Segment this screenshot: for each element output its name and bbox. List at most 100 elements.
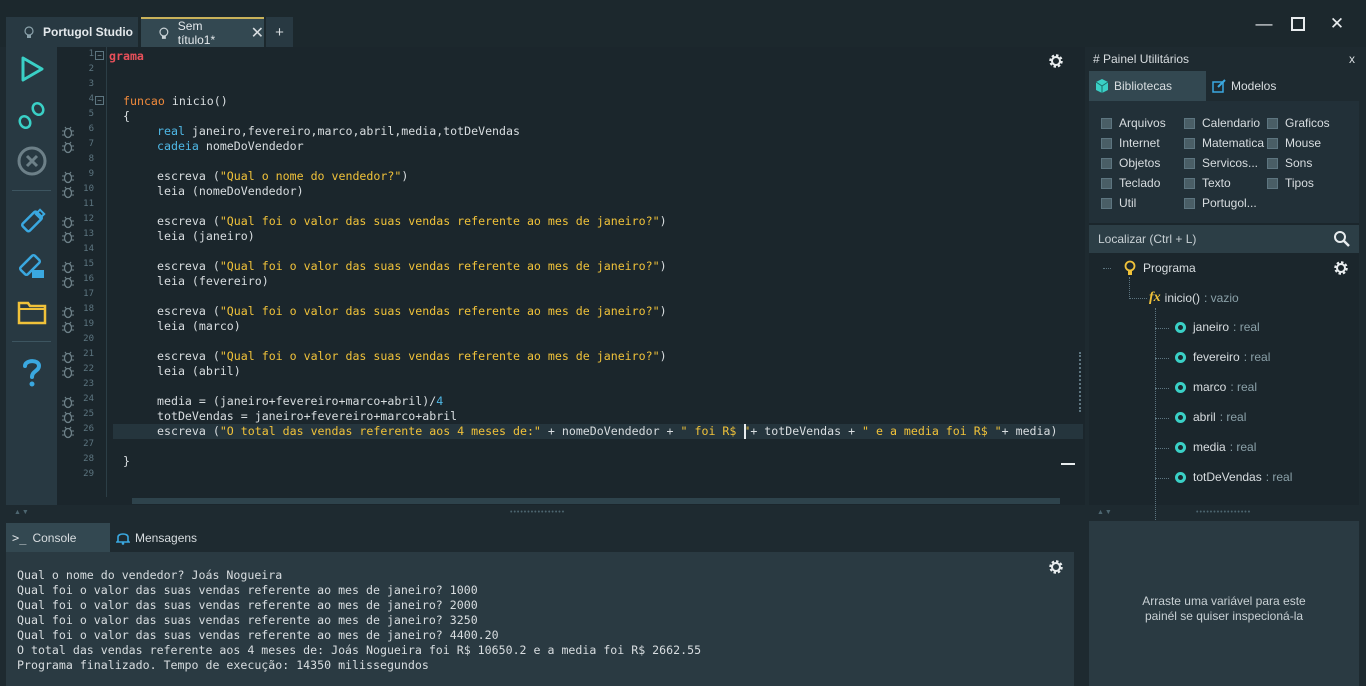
string-literal: "Qual foi o valor das suas vendas refere… — [219, 304, 660, 318]
splitter-arrows-icon[interactable]: ▲▼ — [14, 509, 30, 516]
save-as-button[interactable] — [15, 249, 49, 283]
code-editor[interactable]: 1−2 3 4−5 6 7 8 9 10 11 12 13 14 15 16 17 18 19 20 21 22 23 2… — [57, 47, 1085, 505]
checkbox[interactable] — [1184, 137, 1195, 149]
close-tab-icon[interactable]: ✕ — [251, 23, 264, 43]
maximize-button[interactable] — [1287, 13, 1309, 35]
library-checkbox[interactable]: Graficos — [1267, 116, 1330, 130]
checkbox[interactable] — [1267, 157, 1278, 169]
console-settings-gear-icon[interactable] — [1047, 558, 1065, 576]
tab-modelos[interactable]: Modelos — [1206, 71, 1316, 101]
tab-mensagens[interactable]: Mensagens — [110, 523, 220, 552]
panel-close-button[interactable]: x — [1349, 52, 1355, 66]
search-icon[interactable] — [1333, 230, 1351, 248]
save-button[interactable] — [15, 203, 49, 237]
tab-console[interactable]: >_ Console — [6, 523, 110, 552]
fold-toggle-icon[interactable]: − — [95, 51, 104, 60]
editor-console-splitter[interactable]: •••••••••••••••• — [510, 509, 565, 516]
horizontal-scrollbar[interactable] — [132, 498, 1060, 504]
breakpoint-bug-icon[interactable] — [61, 305, 75, 319]
fold-toggle-icon[interactable]: − — [95, 96, 104, 105]
library-checkbox[interactable]: Sons — [1267, 156, 1312, 170]
breakpoint-bug-icon[interactable] — [61, 185, 75, 199]
splitter-arrows-icon[interactable]: ▲▼ — [1097, 509, 1113, 516]
tree-node-program[interactable]: Programa — [1123, 260, 1196, 276]
tree-node-function[interactable]: fx inicio() : vazio — [1149, 290, 1239, 306]
tab-sem-titulo[interactable]: Sem título1* ✕ — [141, 17, 264, 47]
library-checkbox[interactable]: Matematica — [1184, 136, 1264, 150]
checkbox[interactable] — [1184, 177, 1195, 189]
console-output[interactable]: Qual o nome do vendedor? Joás Nogueira Q… — [6, 552, 1074, 686]
close-window-button[interactable]: ✕ — [1326, 13, 1348, 35]
breakpoint-bug-icon[interactable] — [61, 170, 75, 184]
checkbox[interactable] — [1267, 137, 1278, 149]
library-checkbox[interactable]: Objetos — [1101, 156, 1160, 170]
inspector-hint: Arraste uma variável para este painél se… — [1089, 594, 1359, 624]
line-number: 28 — [83, 454, 94, 464]
tree-node-variable[interactable]: marco : real — [1175, 380, 1257, 394]
tree-node-variable[interactable]: abril : real — [1175, 410, 1246, 424]
library-checkbox[interactable]: Tipos — [1267, 176, 1314, 190]
breakpoint-bug-icon[interactable] — [61, 395, 75, 409]
help-button[interactable] — [15, 355, 49, 389]
tree-settings-gear-icon[interactable] — [1332, 259, 1350, 277]
breakpoint-bug-icon[interactable] — [61, 275, 75, 289]
breakpoint-bug-icon[interactable] — [61, 425, 75, 439]
library-checkbox[interactable]: Portugol... — [1184, 196, 1257, 210]
call: escreva ( — [157, 424, 220, 438]
breakpoint-bug-icon[interactable] — [61, 365, 75, 379]
checkbox[interactable] — [1184, 117, 1195, 129]
stop-button[interactable] — [15, 144, 49, 178]
library-checkbox[interactable]: Internet — [1101, 136, 1160, 150]
library-checkbox[interactable]: Servicos... — [1184, 156, 1258, 170]
breakpoint-bug-icon[interactable] — [61, 410, 75, 424]
keyword-cadeia: cadeia — [157, 139, 199, 153]
breakpoint-bug-icon[interactable] — [61, 230, 75, 244]
tree-node-variable[interactable]: fevereiro : real — [1175, 350, 1270, 364]
checkbox[interactable] — [1267, 177, 1278, 189]
help-icon — [23, 359, 42, 387]
checkbox[interactable] — [1101, 117, 1112, 129]
variable-name: nomeDoVendedor — [198, 139, 304, 153]
search-input[interactable]: Localizar (Ctrl + L) — [1089, 225, 1359, 253]
library-checkbox[interactable]: Calendario — [1184, 116, 1260, 130]
editor-settings-gear-icon[interactable] — [1047, 52, 1065, 70]
library-label: Texto — [1202, 176, 1231, 190]
breakpoint-bug-icon[interactable] — [61, 125, 75, 139]
collapse-dash-icon[interactable] — [1061, 463, 1075, 465]
library-checkbox[interactable]: Arquivos — [1101, 116, 1166, 130]
run-button[interactable] — [15, 52, 49, 86]
open-folder-icon — [17, 301, 47, 325]
tab-portugol-studio[interactable]: Portugol Studio — [6, 17, 138, 47]
library-label: Graficos — [1285, 116, 1330, 130]
program-tree: Programa fx inicio() : vazio janeiro : r… — [1089, 253, 1359, 548]
variable-inspector[interactable]: Arraste uma variável para este painél se… — [1089, 521, 1359, 686]
checkbox[interactable] — [1101, 197, 1112, 209]
library-checkbox[interactable]: Teclado — [1101, 176, 1160, 190]
vertical-scroll-grip[interactable] — [1079, 352, 1082, 412]
minimize-button[interactable]: — — [1253, 13, 1275, 35]
tab-bibliotecas[interactable]: Bibliotecas — [1089, 71, 1206, 101]
add-tab-button[interactable]: + — [266, 17, 293, 47]
tree-node-variable[interactable]: janeiro : real — [1175, 320, 1260, 334]
tree-node-variable[interactable]: totDeVendas : real — [1175, 470, 1292, 484]
checkbox[interactable] — [1101, 157, 1112, 169]
breakpoint-bug-icon[interactable] — [61, 140, 75, 154]
library-checkbox[interactable]: Texto — [1184, 176, 1231, 190]
checkbox[interactable] — [1101, 177, 1112, 189]
checkbox[interactable] — [1184, 157, 1195, 169]
tab-label: Mensagens — [135, 530, 198, 545]
library-checkbox[interactable]: Util — [1101, 196, 1136, 210]
checkbox[interactable] — [1184, 197, 1195, 209]
panel-splitter[interactable]: •••••••••••••••• — [1196, 509, 1251, 516]
checkbox[interactable] — [1101, 137, 1112, 149]
checkbox[interactable] — [1267, 117, 1278, 129]
debug-step-button[interactable] — [15, 98, 49, 132]
library-checkbox[interactable]: Mouse — [1267, 136, 1321, 150]
breakpoint-bug-icon[interactable] — [61, 350, 75, 364]
breakpoint-bug-icon[interactable] — [61, 320, 75, 334]
breakpoint-bug-icon[interactable] — [61, 215, 75, 229]
open-folder-button[interactable] — [15, 295, 49, 329]
tree-node-variable[interactable]: media : real — [1175, 440, 1256, 454]
number-literal: 4 — [436, 394, 444, 408]
breakpoint-bug-icon[interactable] — [61, 260, 75, 274]
